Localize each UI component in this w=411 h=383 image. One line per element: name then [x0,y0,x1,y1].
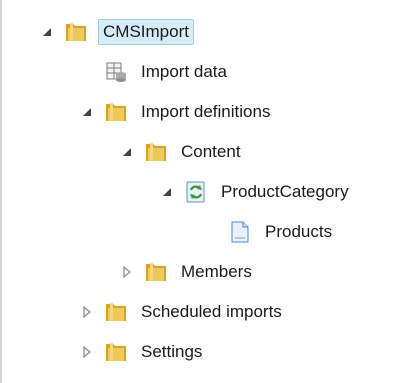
tree-node-content[interactable]: Content [120,137,244,167]
tree-node-label[interactable]: Members [178,261,255,283]
tree-view: CMSImport Import data Import definitions… [0,0,411,383]
tree-node-label[interactable]: ProductCategory [218,181,352,203]
folder-icon [144,140,168,164]
tree-node-label[interactable]: Settings [138,341,205,363]
folder-icon [64,20,88,44]
tree-node-members[interactable]: Members [120,257,255,287]
database-icon [104,60,128,84]
tree-node-label[interactable]: Products [262,221,335,243]
tree-node-label[interactable]: Content [178,141,244,163]
folder-icon [104,340,128,364]
collapsed-arrow-icon[interactable] [120,265,134,279]
tree-node-label[interactable]: Import definitions [138,101,273,123]
tree-node-scheduled-imports[interactable]: Scheduled imports [80,297,285,327]
document-icon [228,220,252,244]
sync-document-icon [184,180,208,204]
tree-node-label[interactable]: Scheduled imports [138,301,285,323]
expanded-arrow-icon[interactable] [80,105,94,119]
tree-node-label[interactable]: Import data [138,61,230,83]
tree-node-settings[interactable]: Settings [80,337,205,367]
collapsed-arrow-icon[interactable] [80,305,94,319]
tree-node-label[interactable]: CMSImport [98,19,194,45]
tree-node-import-definitions[interactable]: Import definitions [80,97,273,127]
collapsed-arrow-icon[interactable] [80,345,94,359]
expanded-arrow-icon[interactable] [160,185,174,199]
tree-node-products[interactable]: Products [228,217,335,247]
folder-icon [104,300,128,324]
tree-node-import-data[interactable]: Import data [104,57,230,87]
folder-icon [144,260,168,284]
tree-node-cmsimport[interactable]: CMSImport [40,17,194,47]
expanded-arrow-icon[interactable] [40,25,54,39]
expanded-arrow-icon[interactable] [120,145,134,159]
tree-node-productcategory[interactable]: ProductCategory [160,177,352,207]
folder-icon [104,100,128,124]
